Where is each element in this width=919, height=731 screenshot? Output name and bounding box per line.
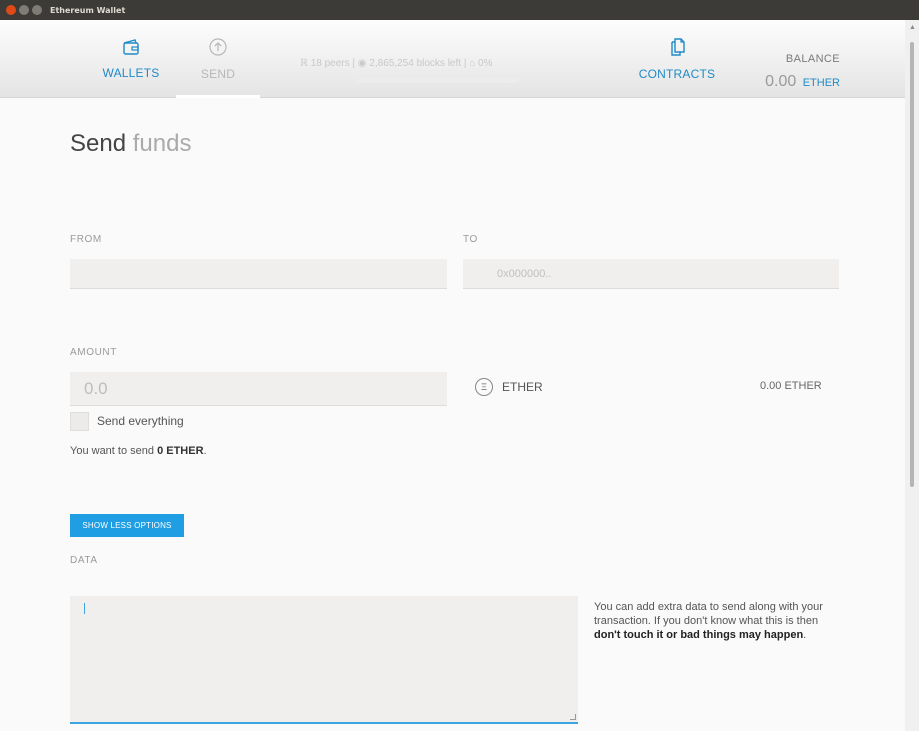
text-caret	[84, 603, 85, 614]
balance-value: 0.00 ETHER	[740, 73, 840, 91]
summary-amount: 0 ETHER	[157, 445, 204, 457]
resize-handle[interactable]	[570, 714, 576, 720]
balance-amount: 0.00	[765, 73, 797, 90]
header-bar: WALLETS SEND ℝ 18 peers | ◉ 2,865,254 bl…	[0, 20, 905, 98]
scroll-up-arrow-icon[interactable]: ▲	[909, 24, 916, 31]
scrollbar[interactable]: ▲	[905, 20, 919, 731]
send-everything-label[interactable]: Send everything	[97, 414, 184, 428]
minimize-window-button[interactable]	[19, 5, 29, 15]
to-address-placeholder: 0x000000..	[497, 267, 552, 280]
nav-contracts[interactable]: CONTRACTS	[636, 20, 718, 98]
mining-rate: 0%	[478, 58, 493, 69]
to-label: TO	[463, 234, 478, 245]
contracts-icon	[667, 37, 687, 62]
amount-input[interactable]: 0.0	[70, 372, 447, 406]
page-title-strong: Send	[70, 130, 127, 157]
to-address-input[interactable]: 0x000000..	[463, 259, 839, 289]
title-bar: Ethereum Wallet	[0, 0, 919, 20]
show-less-options-button[interactable]: SHOW LESS OPTIONS	[70, 514, 184, 537]
data-textarea[interactable]	[70, 596, 578, 724]
blocks-left: 2,865,254 blocks left	[369, 58, 462, 69]
currency-label: ETHER	[502, 380, 543, 394]
balance-label: BALANCE	[785, 53, 840, 65]
sync-progress-bar	[356, 78, 518, 83]
amount-placeholder: 0.0	[84, 378, 108, 398]
peers-icon: ℝ	[300, 58, 308, 69]
ether-icon: Ξ	[475, 378, 493, 396]
amount-label: AMOUNT	[70, 347, 117, 358]
active-tab-indicator	[176, 95, 260, 98]
arrow-up-circle-icon	[208, 37, 228, 62]
amount-balance: 0.00 ETHER	[760, 380, 822, 392]
data-hint-end: .	[803, 629, 807, 641]
nav-contracts-label: CONTRACTS	[638, 67, 716, 81]
from-field[interactable]	[70, 259, 447, 289]
node-info: ℝ 18 peers | ◉ 2,865,254 blocks left | ⌂…	[300, 58, 590, 69]
wallet-icon	[121, 38, 141, 61]
data-hint-warning: don't touch it or bad things may happen	[594, 629, 804, 641]
scrollbar-thumb[interactable]	[910, 42, 914, 487]
page-title-light: funds	[132, 130, 192, 157]
currency-selector[interactable]: Ξ ETHER	[475, 378, 543, 396]
blocks-icon: ◉	[357, 58, 367, 69]
nav-wallets-label: WALLETS	[102, 66, 160, 80]
summary-prefix: You want to send	[70, 445, 154, 457]
balance-unit: ETHER	[802, 77, 840, 89]
nav-send[interactable]: SEND	[176, 20, 260, 98]
from-label: FROM	[70, 234, 102, 245]
data-hint: You can add extra data to send along wit…	[594, 600, 834, 642]
app-window: Ethereum Wallet WALLETS SEND ℝ 18 peers …	[0, 0, 919, 731]
summary-suffix: .	[203, 445, 207, 457]
peers-count: 18 peers	[310, 58, 350, 69]
nav-wallets[interactable]: WALLETS	[96, 20, 166, 98]
data-label: DATA	[70, 555, 98, 566]
close-window-button[interactable]	[6, 5, 16, 15]
nav-send-label: SEND	[200, 67, 236, 81]
page-title: Send funds	[70, 130, 191, 158]
window-title: Ethereum Wallet	[50, 5, 126, 15]
data-hint-text: You can add extra data to send along wit…	[594, 601, 823, 627]
send-everything-checkbox[interactable]	[70, 412, 89, 431]
maximize-window-button[interactable]	[32, 5, 42, 15]
send-summary: You want to send 0 ETHER.	[70, 445, 207, 457]
mining-icon: ⌂	[469, 58, 476, 69]
